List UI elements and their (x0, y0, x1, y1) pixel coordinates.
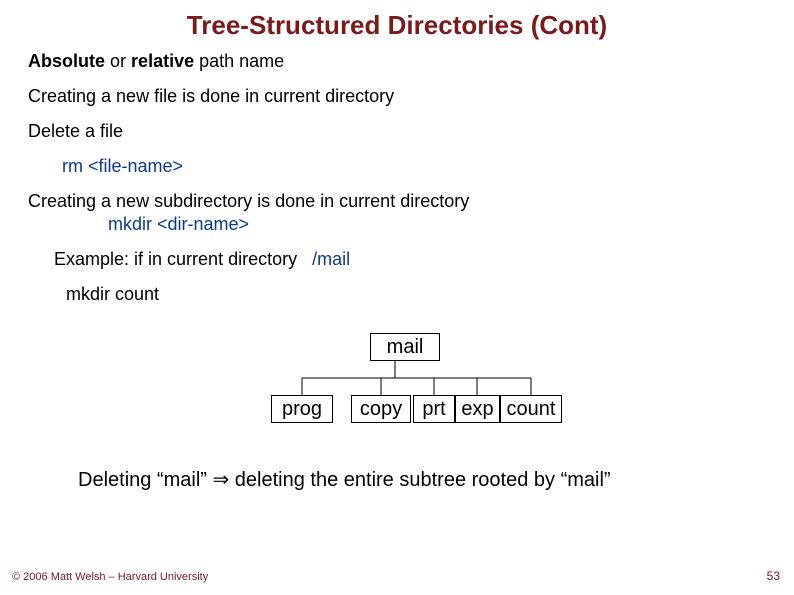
tree-node-copy: copy (351, 395, 411, 423)
tree-diagram: mail prog copy prt exp count (0, 333, 794, 453)
text-example-prefix: Example: if in current directory (54, 249, 297, 269)
tree-node-exp: exp (455, 395, 500, 423)
tree-node-count: count (500, 395, 562, 423)
cmd-rm: rm <file-name> (62, 156, 794, 177)
text-example: Example: if in current directory /mail (54, 249, 794, 270)
tree-node-prog: prog (271, 395, 333, 423)
text-or: or (110, 51, 131, 71)
text-pathname-tail: path name (199, 51, 284, 71)
text-absolute: Absolute (28, 51, 105, 71)
text-deletefile: Delete a file (28, 121, 794, 142)
text-relative: relative (131, 51, 194, 71)
cmd-mkdir-count: mkdir count (66, 284, 794, 305)
text-deleting-subtree: Deleting “mail” ⇒ deleting the entire su… (78, 467, 794, 492)
slide: Tree-Structured Directories (Cont) Absol… (0, 0, 794, 595)
tree-node-mail: mail (370, 333, 440, 361)
text-newsubdir: Creating a new subdirectory is done in c… (28, 191, 794, 212)
footer-copyright: © 2006 Matt Welsh – Harvard University (12, 571, 208, 583)
slide-title: Tree-Structured Directories (Cont) (0, 0, 794, 41)
text-pathname: Absolute or relative path name (28, 51, 794, 72)
text-example-path: /mail (312, 249, 350, 270)
slide-body: Absolute or relative path name Creating … (0, 51, 794, 305)
tree-node-prt: prt (413, 395, 455, 423)
cmd-mkdir: mkdir <dir-name> (108, 214, 794, 235)
footer-page: 53 (767, 569, 780, 583)
text-newfile: Creating a new file is done in current d… (28, 86, 794, 107)
